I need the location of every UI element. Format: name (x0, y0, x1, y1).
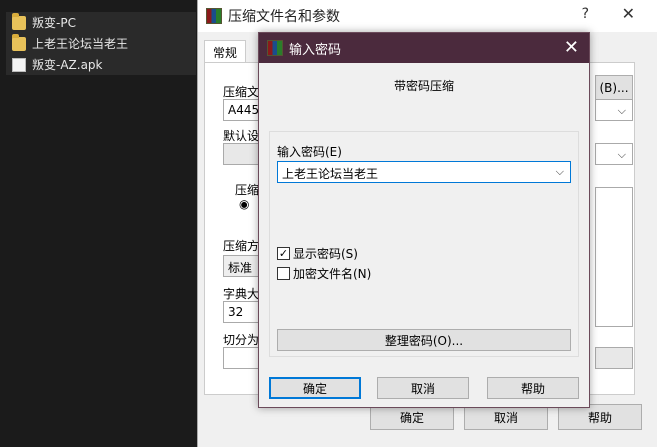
help-icon[interactable]: ? (582, 6, 589, 22)
document-icon (12, 57, 26, 72)
close-icon[interactable]: ✕ (564, 37, 579, 58)
dialog-title: 输入密码 (289, 42, 342, 58)
show-password-checkbox[interactable]: ✓ 显示密码(S) (277, 245, 358, 262)
set-password-button-area[interactable] (595, 347, 633, 369)
organize-passwords-button[interactable]: 整理密码(O)... (277, 329, 571, 351)
archive-name-label: 压缩文 (223, 85, 260, 99)
help-button[interactable]: 帮助 (487, 377, 579, 399)
dictionary-label: 字典大 (223, 287, 260, 301)
file-item-forum-folder[interactable]: 上老王论坛当老王 (6, 33, 196, 54)
password-label: 输入密码(E) (277, 145, 342, 159)
chevron-down-icon: ⌵ (617, 148, 626, 161)
default-profile-label: 默认设 (223, 129, 260, 143)
dialog-subtitle: 带密码压缩 (393, 79, 454, 93)
checkbox-unchecked-icon (277, 267, 290, 280)
window-title-bar: 压缩文件名和参数 ? ✕ (198, 0, 657, 32)
tab-general[interactable]: 常规 (204, 40, 247, 64)
ok-button[interactable]: 确定 (269, 377, 361, 399)
folder-icon (12, 33, 26, 51)
format-label: 压缩 (235, 183, 260, 197)
file-name: 叛变-AZ.apk (32, 58, 103, 72)
window-title: 压缩文件名和参数 (228, 9, 340, 25)
chevron-down-icon[interactable]: ⌵ (556, 165, 564, 179)
format-radio[interactable]: ◉ (239, 197, 249, 211)
file-item-apk[interactable]: 叛变-AZ.apk (6, 54, 196, 75)
password-input[interactable]: 上老王论坛当老王 ⌵ (277, 161, 571, 183)
encrypt-names-checkbox[interactable]: 加密文件名(N) (277, 265, 371, 282)
update-mode-dropdown[interactable]: ⌵ (595, 143, 633, 165)
browse-button[interactable]: (B)... (595, 75, 633, 101)
password-value: 上老王论坛当老王 (282, 167, 379, 181)
options-box (595, 187, 633, 327)
dialog-title-bar: 输入密码 ✕ (259, 33, 589, 63)
close-icon[interactable]: ✕ (622, 4, 635, 23)
checkbox-checked-icon: ✓ (277, 247, 290, 260)
cancel-button[interactable]: 取消 (377, 377, 469, 399)
chevron-down-icon: ⌵ (617, 104, 626, 117)
winrar-icon (267, 40, 283, 56)
file-list: 叛变-PC 上老王论坛当老王 叛变-AZ.apk (6, 12, 196, 75)
encrypt-names-label: 加密文件名(N) (293, 267, 372, 281)
file-name: 叛变-PC (32, 16, 76, 30)
winrar-icon (206, 8, 222, 24)
enter-password-dialog: 输入密码 ✕ 带密码压缩 输入密码(E) 上老王论坛当老王 ⌵ ✓ 显示密码(S… (258, 32, 590, 408)
folder-icon (12, 12, 26, 30)
file-name: 上老王论坛当老王 (32, 37, 129, 51)
file-item-pc-folder[interactable]: 叛变-PC (6, 12, 196, 33)
split-label: 切分为 (223, 333, 260, 347)
method-label: 压缩方 (223, 239, 260, 253)
archive-name-dropdown[interactable]: ⌵ (595, 99, 633, 121)
show-password-label: 显示密码(S) (293, 247, 358, 261)
